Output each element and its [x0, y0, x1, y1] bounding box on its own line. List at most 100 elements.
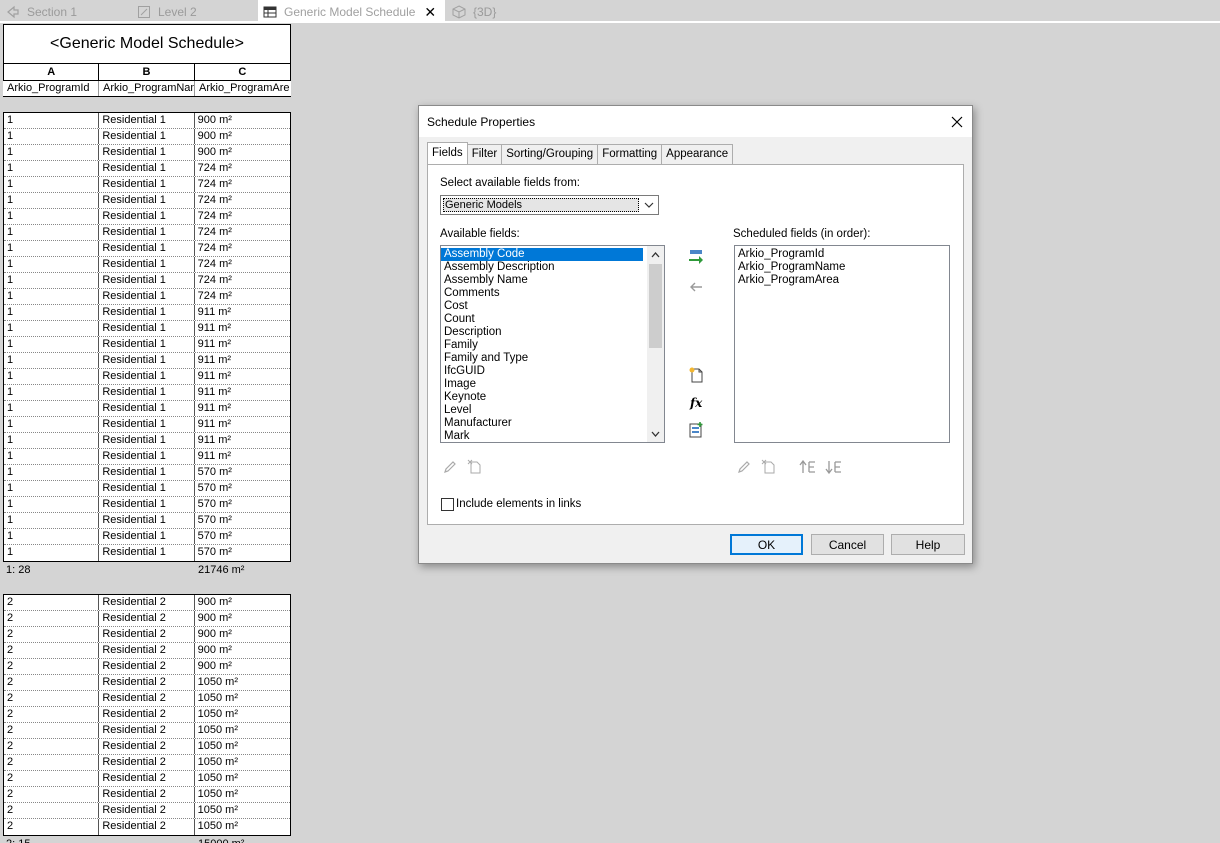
tab-level-2[interactable]: Level 2 [137, 0, 197, 23]
table-cell[interactable]: Residential 1 [99, 177, 195, 192]
table-row[interactable]: 2 Residential 2 900 m² [4, 659, 290, 675]
scroll-down-icon[interactable] [647, 425, 664, 442]
list-item[interactable]: Arkio_ProgramName [735, 261, 949, 274]
table-row[interactable]: 1 Residential 1 570 m² [4, 465, 290, 481]
table-cell[interactable]: Residential 1 [99, 257, 195, 272]
table-cell[interactable]: 2 [4, 675, 100, 690]
table-row[interactable]: 1 Residential 1 900 m² [4, 129, 290, 145]
table-cell[interactable]: 900 m² [195, 595, 290, 610]
table-cell[interactable]: 1 [4, 225, 100, 240]
scheduled-fields-list[interactable]: Arkio_ProgramId Arkio_ProgramName Arkio_Pr… [734, 245, 950, 443]
table-cell[interactable]: 900 m² [195, 129, 290, 144]
list-item[interactable]: Family and Type [441, 352, 664, 365]
table-row[interactable]: 1 Residential 1 570 m² [4, 481, 290, 497]
column-letter-a[interactable]: A [4, 64, 100, 80]
table-cell[interactable]: Residential 2 [99, 707, 195, 722]
table-row[interactable]: 1 Residential 1 724 m² [4, 225, 290, 241]
table-cell[interactable]: 1 [4, 209, 100, 224]
edit-parameter-icon[interactable] [441, 458, 459, 476]
table-row[interactable]: 1 Residential 1 724 m² [4, 177, 290, 193]
table-row[interactable]: 2 Residential 2 900 m² [4, 611, 290, 627]
table-row[interactable]: 1 Residential 1 724 m² [4, 193, 290, 209]
table-cell[interactable]: 2 [4, 707, 100, 722]
calculated-value-icon[interactable]: fx [686, 393, 706, 411]
list-item[interactable]: IfcGUID [441, 365, 664, 378]
table-row[interactable]: 1 Residential 1 570 m² [4, 529, 290, 545]
table-row[interactable]: 2 Residential 2 900 m² [4, 595, 290, 611]
close-tab-icon[interactable]: ✕ [424, 5, 436, 19]
table-cell[interactable]: Residential 1 [99, 513, 195, 528]
table-cell[interactable]: 724 m² [195, 209, 290, 224]
table-row[interactable]: 1 Residential 1 911 m² [4, 321, 290, 337]
table-cell[interactable]: 2 [4, 643, 100, 658]
table-cell[interactable]: Residential 1 [99, 369, 195, 384]
list-item[interactable]: Assembly Code [441, 248, 643, 261]
list-item[interactable]: Cost [441, 300, 664, 313]
table-row[interactable]: 1 Residential 1 570 m² [4, 545, 290, 561]
table-cell[interactable]: Residential 2 [99, 723, 195, 738]
table-cell[interactable]: 1 [4, 241, 100, 256]
table-row[interactable]: 1 Residential 1 724 m² [4, 209, 290, 225]
table-cell[interactable]: 911 m² [195, 321, 290, 336]
table-cell[interactable]: 1 [4, 273, 100, 288]
table-cell[interactable]: 1050 m² [195, 803, 290, 818]
table-cell[interactable]: 1 [4, 193, 100, 208]
scroll-up-icon[interactable] [647, 246, 664, 263]
table-cell[interactable]: 1 [4, 433, 100, 448]
table-cell[interactable]: 900 m² [195, 659, 290, 674]
table-row[interactable]: 2 Residential 2 900 m² [4, 643, 290, 659]
table-row[interactable]: 1 Residential 1 911 m² [4, 305, 290, 321]
delete-parameter-icon[interactable] [466, 458, 484, 476]
table-cell[interactable]: Residential 1 [99, 289, 195, 304]
table-row[interactable]: 1 Residential 1 911 m² [4, 353, 290, 369]
table-cell[interactable]: 724 m² [195, 193, 290, 208]
table-cell[interactable]: Residential 1 [99, 529, 195, 544]
table-cell[interactable]: 1050 m² [195, 739, 290, 754]
table-cell[interactable]: 1 [4, 497, 100, 512]
list-item[interactable]: Family [441, 339, 664, 352]
table-cell[interactable]: Residential 1 [99, 417, 195, 432]
table-cell[interactable]: 1050 m² [195, 771, 290, 786]
tab-sorting-grouping[interactable]: Sorting/Grouping [501, 144, 599, 164]
table-cell[interactable]: Residential 1 [99, 305, 195, 320]
table-cell[interactable]: 2 [4, 691, 100, 706]
table-cell[interactable]: Residential 2 [99, 691, 195, 706]
tab-formatting[interactable]: Formatting [597, 144, 663, 164]
tab-section-1[interactable]: Section 1 [6, 0, 77, 23]
table-row[interactable]: 1 Residential 1 724 m² [4, 257, 290, 273]
table-cell[interactable]: 1050 m² [195, 723, 290, 738]
table-row[interactable]: 1 Residential 1 911 m² [4, 433, 290, 449]
table-row[interactable]: 1 Residential 1 911 m² [4, 401, 290, 417]
table-cell[interactable]: Residential 1 [99, 129, 195, 144]
table-cell[interactable]: 900 m² [195, 627, 290, 642]
table-cell[interactable]: 2 [4, 739, 100, 754]
available-fields-scrollbar[interactable] [647, 246, 664, 442]
table-cell[interactable]: 2 [4, 819, 100, 835]
table-cell[interactable]: Residential 1 [99, 241, 195, 256]
table-row[interactable]: 2 Residential 2 1050 m² [4, 803, 290, 819]
new-parameter-icon[interactable] [686, 365, 706, 385]
list-item[interactable]: Manufacturer [441, 417, 664, 430]
table-cell[interactable]: Residential 2 [99, 659, 195, 674]
table-cell[interactable]: 1050 m² [195, 691, 290, 706]
include-links-checkbox[interactable] [441, 498, 454, 511]
table-cell[interactable]: 1 [4, 257, 100, 272]
move-up-icon[interactable] [797, 458, 819, 476]
table-cell[interactable]: 1 [4, 401, 100, 416]
table-cell[interactable]: 1050 m² [195, 675, 290, 690]
help-button[interactable]: Help [891, 534, 965, 555]
table-row[interactable]: 1 Residential 1 570 m² [4, 513, 290, 529]
tab-filter[interactable]: Filter [466, 144, 503, 164]
table-cell[interactable]: 570 m² [195, 497, 290, 512]
table-cell[interactable]: 900 m² [195, 113, 290, 128]
column-header-program-id[interactable]: Arkio_ProgramId [3, 81, 99, 96]
table-cell[interactable]: Residential 1 [99, 497, 195, 512]
table-cell[interactable]: 911 m² [195, 449, 290, 464]
cancel-button[interactable]: Cancel [811, 534, 884, 555]
table-cell[interactable]: Residential 1 [99, 225, 195, 240]
table-cell[interactable]: 1050 m² [195, 787, 290, 802]
table-row[interactable]: 2 Residential 2 1050 m² [4, 755, 290, 771]
table-cell[interactable]: Residential 1 [99, 273, 195, 288]
table-row[interactable]: 1 Residential 1 724 m² [4, 241, 290, 257]
list-item[interactable]: Count [441, 313, 664, 326]
